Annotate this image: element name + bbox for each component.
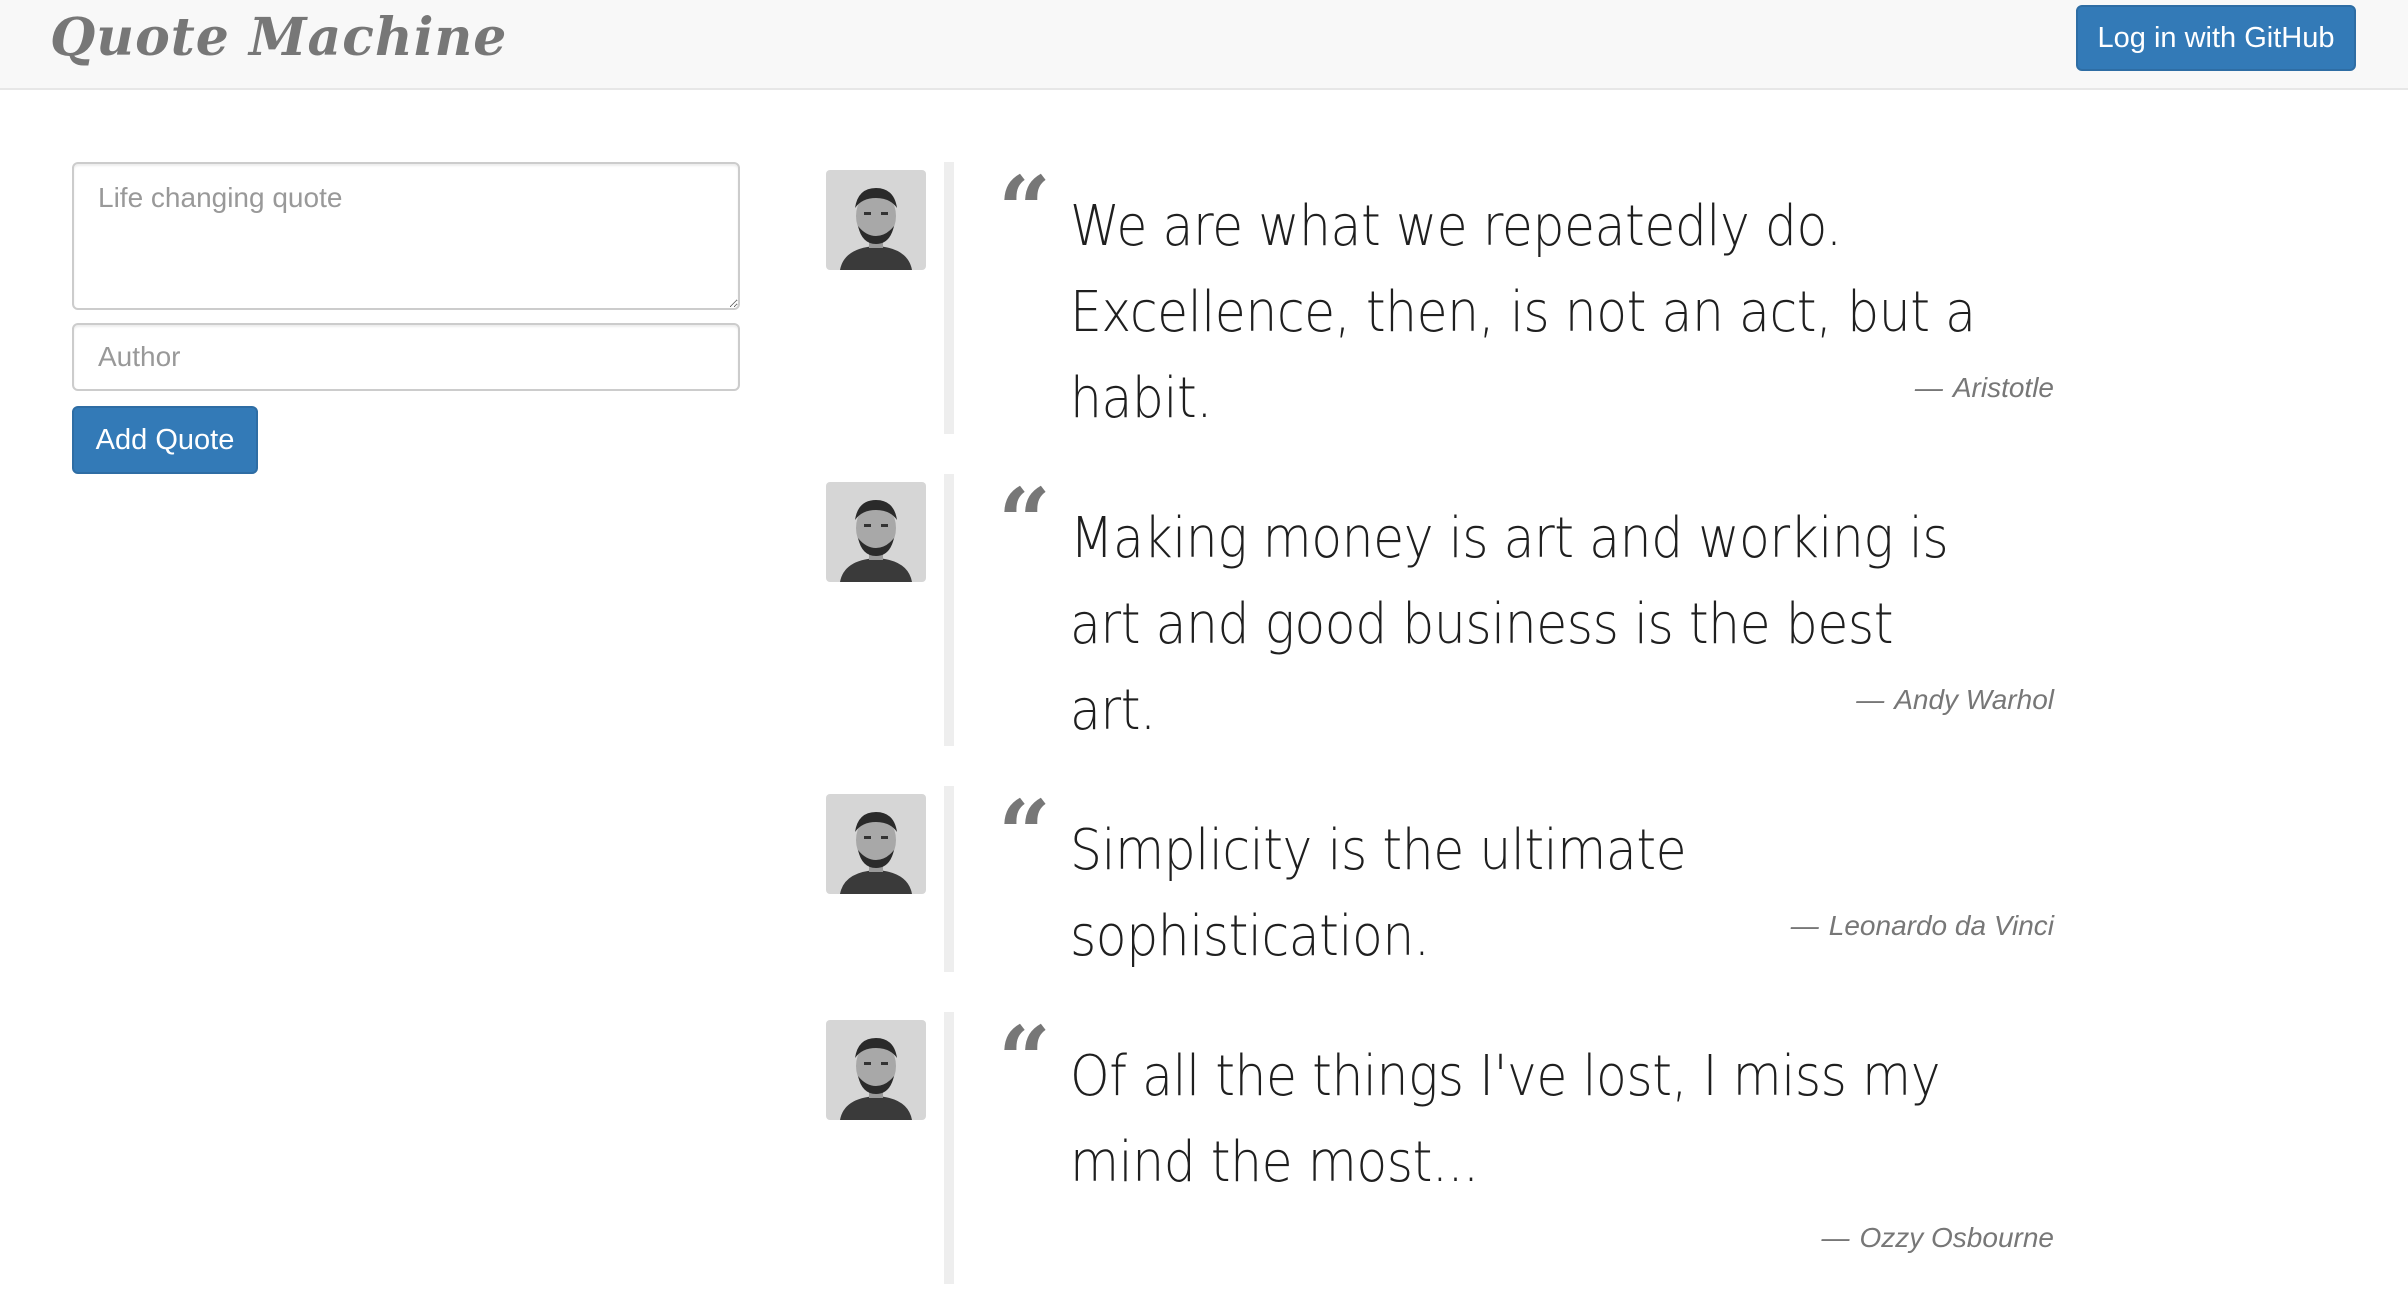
quote-input[interactable] <box>72 162 740 310</box>
quote-blockquote: “ Simplicity is the ultimate sophisticat… <box>944 786 2054 972</box>
quote-item: “ Simplicity is the ultimate sophisticat… <box>826 786 2146 972</box>
quote-blockquote: “ Of all the things I've lost, I miss my… <box>944 1012 2054 1284</box>
brand-logo[interactable]: Quote Machine <box>50 2 507 74</box>
author-input[interactable] <box>72 323 740 391</box>
author-dash: — <box>1914 372 1943 403</box>
quote-mark-icon: “ <box>998 780 1051 888</box>
quote-blockquote: “ We are what we repeatedly do. Excellen… <box>944 162 2054 434</box>
user-avatar-icon <box>826 1020 926 1120</box>
quote-item: “ Of all the things I've lost, I miss my… <box>826 1012 2146 1284</box>
author-name: Andy Warhol <box>1894 684 2054 715</box>
navbar: Quote Machine Log in with GitHub <box>0 0 2408 90</box>
user-avatar-icon <box>826 170 926 270</box>
author-dash: — <box>1856 684 1885 715</box>
author-dash: — <box>1821 1222 1850 1253</box>
quote-mark-icon: “ <box>998 156 1051 264</box>
user-avatar-icon <box>826 482 926 582</box>
author-name: Aristotle <box>1952 372 2054 403</box>
add-quote-button[interactable]: Add Quote <box>72 406 258 474</box>
quote-item: “ We are what we repeatedly do. Excellen… <box>826 162 2146 434</box>
login-github-button[interactable]: Log in with GitHub <box>2076 5 2356 71</box>
author-name: Ozzy Osbourne <box>1859 1222 2054 1253</box>
quote-mark-icon: “ <box>998 468 1051 576</box>
quote-blockquote: “ Making money is art and working is art… <box>944 474 2054 746</box>
quote-text: Simplicity is the ultimate sophisticatio… <box>1070 818 1687 969</box>
author-dash: — <box>1790 910 1819 941</box>
quote-author: — Aristotle <box>1254 372 2054 404</box>
quote-text: Of all the things I've lost, I miss my m… <box>1070 1044 1941 1195</box>
author-name: Leonardo da Vinci <box>1828 910 2054 941</box>
user-avatar-icon <box>826 794 926 894</box>
quote-item: “ Making money is art and working is art… <box>826 474 2146 746</box>
quote-author: — Leonardo da Vinci <box>1254 910 2054 942</box>
quote-mark-icon: “ <box>998 1006 1051 1114</box>
quote-author: — Ozzy Osbourne <box>1254 1222 2054 1254</box>
quote-author: — Andy Warhol <box>1254 684 2054 716</box>
